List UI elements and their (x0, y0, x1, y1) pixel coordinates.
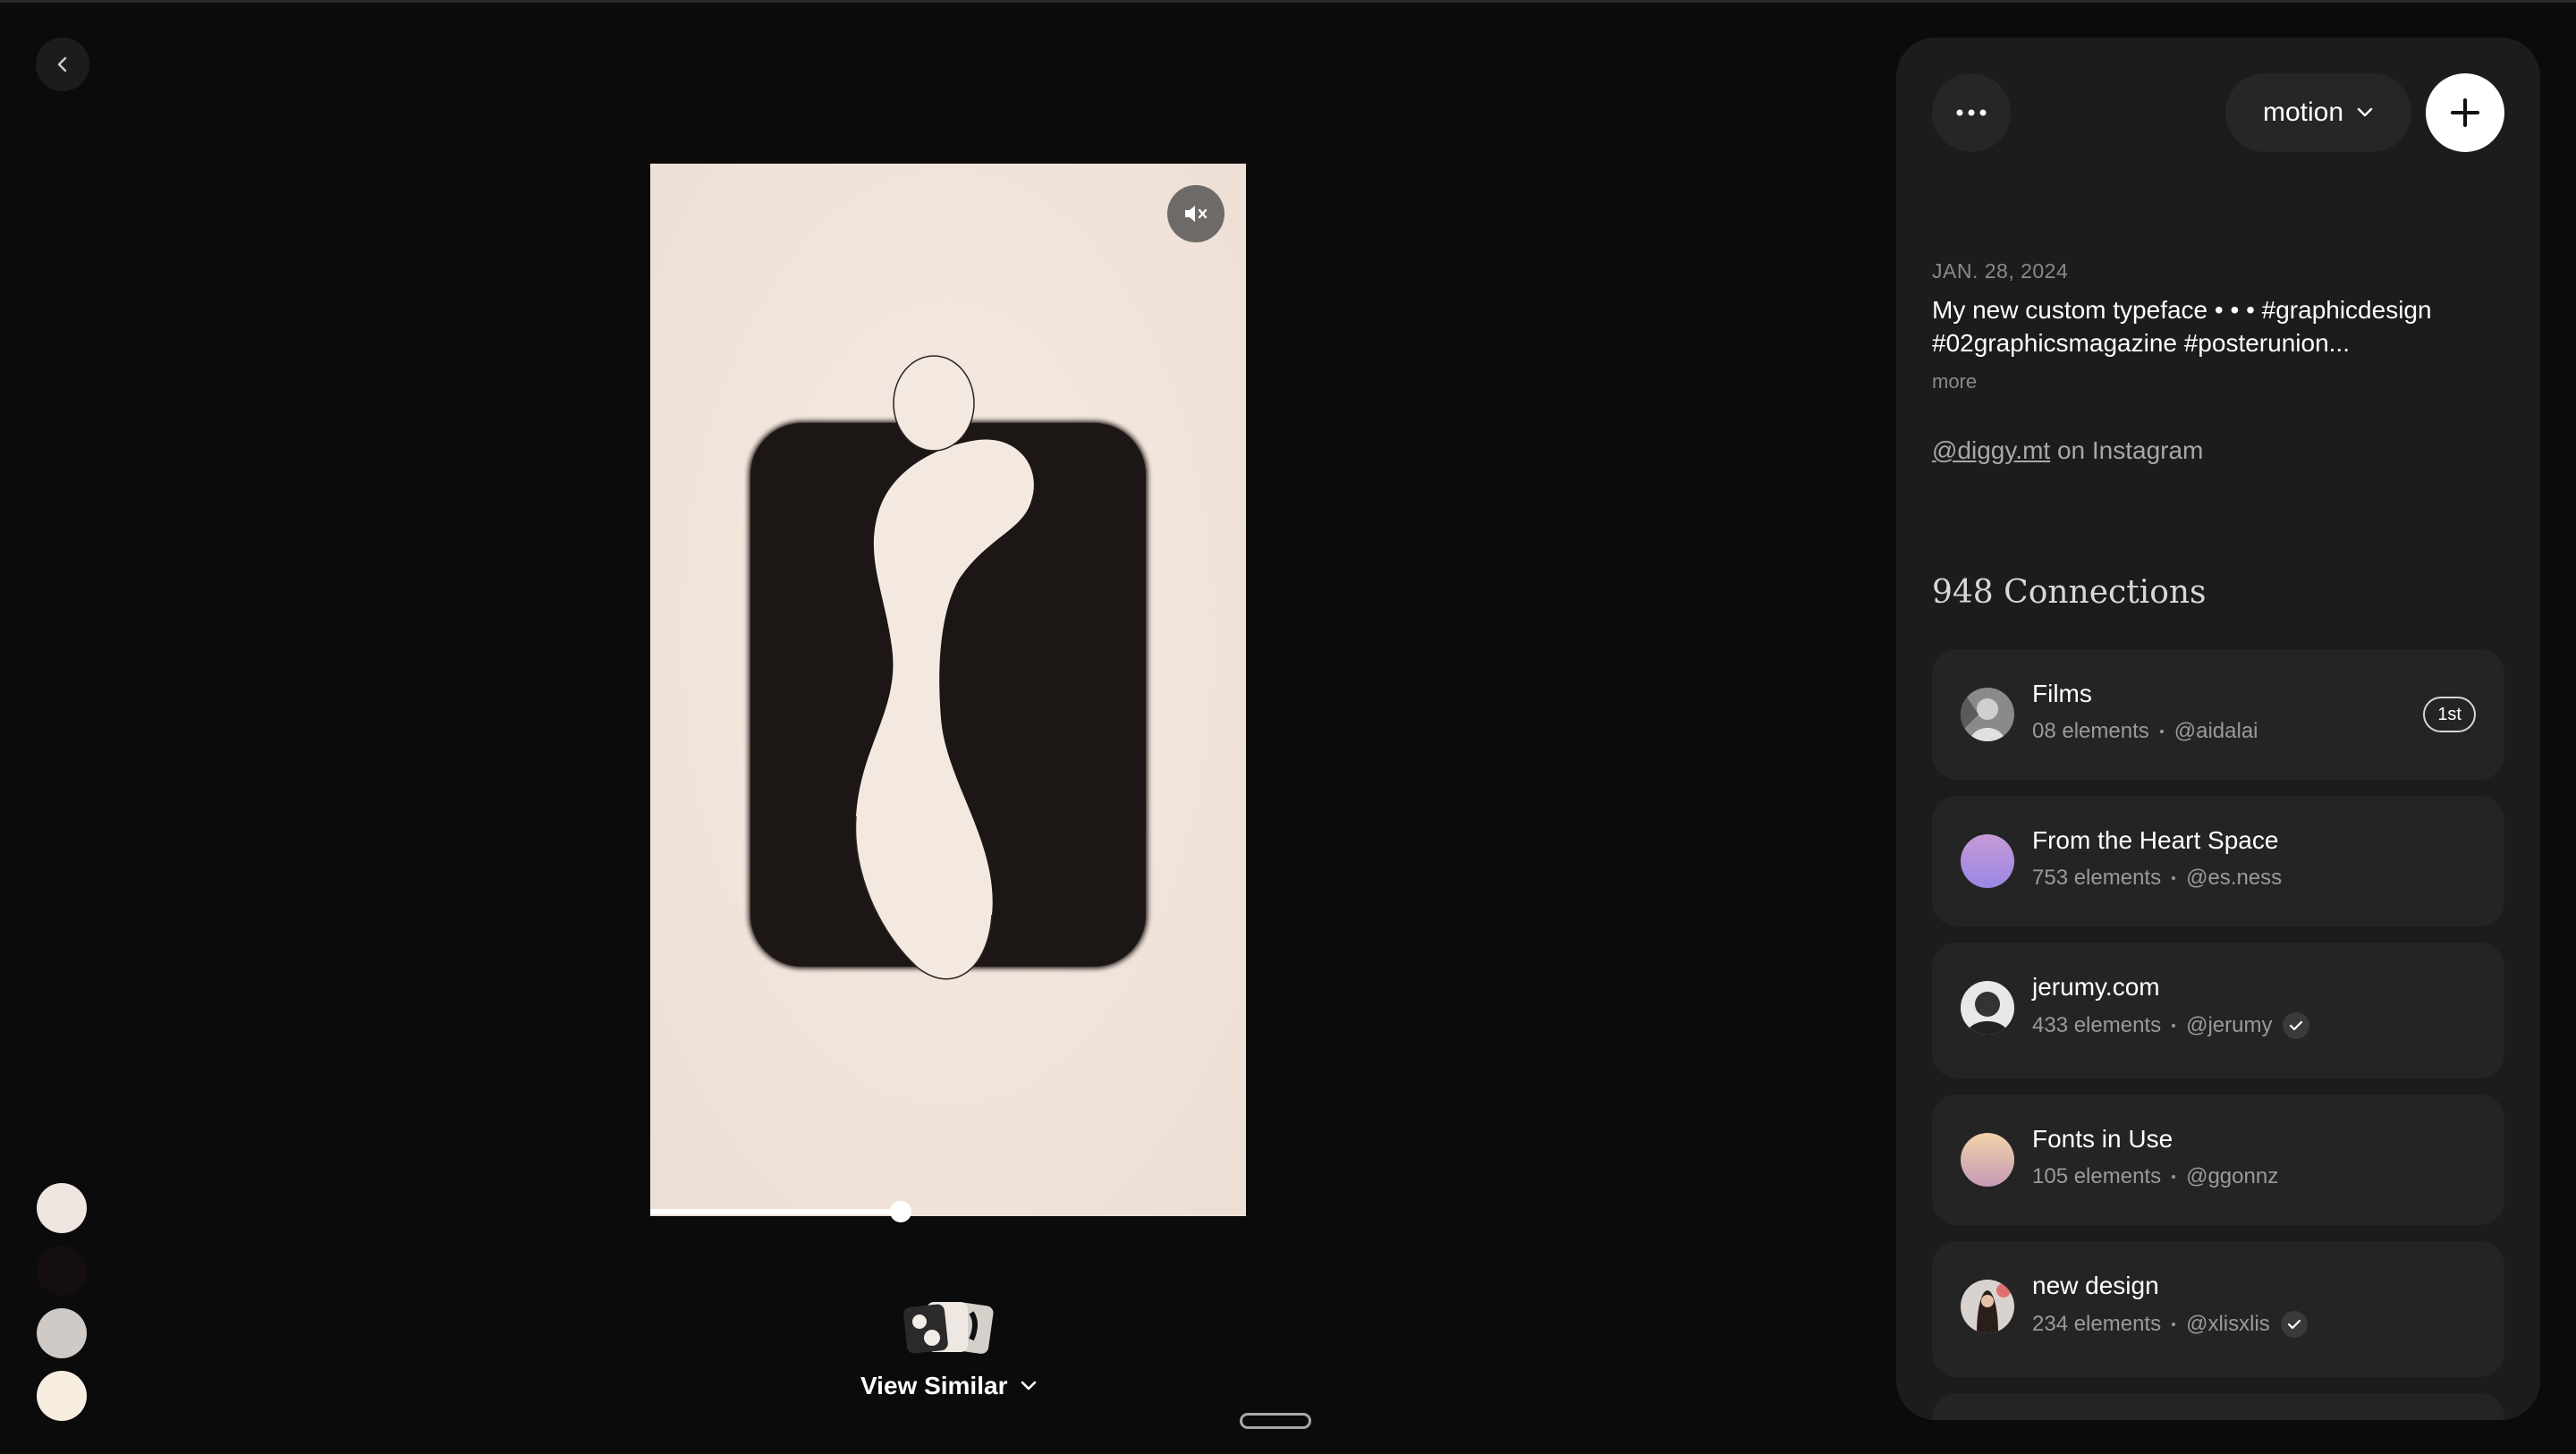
source-platform: on Instagram (2050, 436, 2204, 464)
separator-dot (2172, 876, 2176, 880)
connection-meta: 433 elements @jerumy (2032, 1012, 2310, 1039)
video-progress-handle[interactable] (889, 1201, 911, 1222)
palette-swatch[interactable] (37, 1246, 87, 1296)
more-link[interactable]: more (1932, 370, 1977, 393)
connection-name: jerumy.com (2032, 973, 2160, 1001)
avatar (1961, 1280, 2014, 1333)
connection-count: 08 elements (2032, 719, 2149, 743)
post-date: JAN. 28, 2024 (1932, 259, 2069, 283)
separator-dot (2172, 1024, 2176, 1027)
chevron-down-icon (2357, 107, 2373, 117)
color-palette (37, 1183, 87, 1421)
connection-meta: 08 elements @aidalai (2032, 719, 2258, 744)
connection-count: 433 elements (2032, 1013, 2162, 1037)
detail-panel: motion JAN. 28, 2024 My new custom typef… (1896, 38, 2540, 1420)
connections-title: 948 Connections (1932, 574, 2207, 611)
video-progress-fill (650, 1209, 901, 1214)
source-handle-link[interactable]: @diggy.mt (1932, 436, 2050, 464)
connection-item-from-the-heart-space[interactable]: From the Heart Space 753 elements @es.ne… (1932, 796, 2504, 926)
connection-meta: 753 elements @es.ness (2032, 866, 2282, 891)
verified-check-icon (2283, 1012, 2310, 1039)
palette-swatch[interactable] (37, 1183, 87, 1233)
connection-item-partial[interactable] (1932, 1393, 2504, 1420)
media-video[interactable] (650, 164, 1246, 1216)
connection-user[interactable]: @ggonnz (2186, 1164, 2278, 1189)
connection-count: 753 elements (2032, 866, 2162, 890)
connection-meta: 105 elements @ggonnz (2032, 1164, 2278, 1189)
post-caption: My new custom typeface • • • #graphicdes… (1932, 296, 2432, 357)
avatar (1961, 1133, 2014, 1187)
post-source: @diggy.mt on Instagram (1932, 436, 2203, 465)
connection-name: From the Heart Space (2032, 826, 2279, 854)
connection-user[interactable]: @jerumy (2186, 1013, 2272, 1038)
degree-badge: 1st (2423, 697, 2476, 732)
scroll-handle[interactable] (1240, 1413, 1311, 1429)
board-select[interactable]: motion (2225, 73, 2411, 152)
avatar (1961, 981, 2014, 1035)
verified-check-icon (2280, 1311, 2308, 1338)
similar-thumbnails-icon (903, 1302, 994, 1354)
connection-meta: 234 elements @xlisxlis (2032, 1311, 2308, 1338)
separator-dot (2172, 1175, 2176, 1179)
video-progress-bar[interactable] (650, 1201, 1246, 1222)
more-options-button[interactable] (1932, 73, 2011, 152)
palette-swatch[interactable] (37, 1308, 87, 1358)
board-select-label: motion (2262, 97, 2344, 127)
connection-name: Fonts in Use (2032, 1125, 2174, 1153)
chevron-down-icon (1021, 1381, 1037, 1391)
chevron-left-icon (57, 56, 67, 72)
ellipsis-icon (1956, 109, 1987, 116)
connection-count: 105 elements (2032, 1164, 2162, 1188)
speaker-muted-icon (1185, 206, 1208, 222)
top-border (0, 0, 2576, 3)
avatar (1961, 834, 2014, 888)
view-similar-label: View Similar (860, 1372, 1008, 1399)
separator-dot (2159, 730, 2164, 733)
view-similar-button[interactable]: View Similar (860, 1372, 1038, 1400)
mute-button[interactable] (1167, 185, 1224, 242)
connection-item-jerumy[interactable]: jerumy.com 433 elements @jerumy (1932, 943, 2504, 1078)
back-button[interactable] (36, 38, 89, 91)
connection-user[interactable]: @aidalai (2174, 719, 2258, 744)
connection-user[interactable]: @xlisxlis (2186, 1312, 2270, 1337)
connection-item-fonts-in-use[interactable]: Fonts in Use 105 elements @ggonnz (1932, 1095, 2504, 1225)
separator-dot (2172, 1323, 2176, 1326)
typeface-artwork (650, 164, 1246, 1216)
connection-item-new-design[interactable]: new design 234 elements @xlisxlis (1932, 1241, 2504, 1377)
connection-item-films[interactable]: Films 08 elements @aidalai 1st (1932, 649, 2504, 780)
connection-name: Films (2032, 680, 2092, 707)
palette-swatch[interactable] (37, 1371, 87, 1421)
connection-name: new design (2032, 1272, 2159, 1299)
connection-user[interactable]: @es.ness (2186, 866, 2282, 891)
add-button[interactable] (2426, 73, 2504, 152)
plus-icon (2451, 98, 2479, 127)
connection-count: 234 elements (2032, 1312, 2162, 1336)
avatar (1961, 688, 2014, 741)
